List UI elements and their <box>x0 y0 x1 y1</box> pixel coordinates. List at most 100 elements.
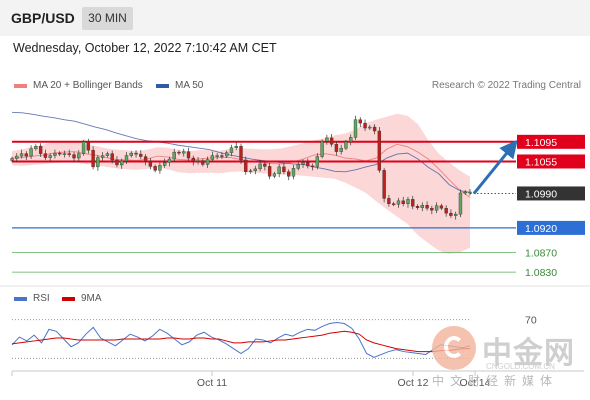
watermark: 中金网 CNGOLD.COM.CN 中文财经新媒体 <box>432 326 590 390</box>
candle-body <box>401 200 405 204</box>
candle-body <box>62 153 67 155</box>
candle-body <box>258 163 262 170</box>
candle-body <box>244 159 248 173</box>
level-label-1.0990: 1.0990 <box>525 188 557 200</box>
candle-body <box>287 171 291 177</box>
candle-body <box>468 191 472 194</box>
level-label-1.1095: 1.1095 <box>525 137 557 149</box>
cngold-logo-icon <box>432 326 476 370</box>
candle-body <box>420 205 424 208</box>
candle-body <box>368 126 372 129</box>
candle-body <box>439 205 444 209</box>
candle-body <box>100 155 105 158</box>
candle-body <box>196 160 200 162</box>
projection-arrow <box>472 139 518 195</box>
candle-body <box>406 199 410 204</box>
candle-body <box>325 137 329 142</box>
candle-body <box>329 137 334 145</box>
candle-body <box>10 158 14 161</box>
candle-body <box>344 141 348 149</box>
candle-body <box>396 200 401 205</box>
candle-body <box>186 151 191 159</box>
candle-body <box>301 162 305 165</box>
candle-body <box>349 137 353 143</box>
candle-body <box>282 166 286 173</box>
candle-body <box>58 152 62 155</box>
candle-body <box>334 144 339 152</box>
candle-body <box>248 170 253 173</box>
candle-body <box>306 162 310 167</box>
candle-body <box>444 208 448 214</box>
candle-body <box>24 153 28 157</box>
candle-body <box>15 155 19 159</box>
candle-body <box>267 166 272 177</box>
candle-body <box>38 146 43 154</box>
candle-body <box>77 153 81 159</box>
candle-body <box>81 141 86 154</box>
candle-body <box>96 157 100 168</box>
candle-body <box>153 166 157 171</box>
candle-body <box>377 130 382 171</box>
candle-body <box>205 159 210 165</box>
level-label-1.0920: 1.0920 <box>525 223 557 235</box>
candle-body <box>43 153 48 158</box>
candle-body <box>29 148 33 157</box>
bollinger-band <box>12 113 470 254</box>
candle-body <box>220 155 224 157</box>
candle-body <box>339 148 343 152</box>
candle-body <box>139 153 143 157</box>
candle-body <box>382 170 386 199</box>
candle-body <box>277 166 281 174</box>
candle-body <box>253 168 257 172</box>
candle-body <box>291 168 296 177</box>
x-tick-label: Oct 12 <box>398 377 429 389</box>
candle-body <box>48 155 52 158</box>
candle-body <box>167 158 172 163</box>
candle-body <box>363 122 367 129</box>
candle-body <box>263 163 267 167</box>
candle-body <box>143 156 148 162</box>
candle-body <box>53 152 57 156</box>
watermark-url: CNGOLD.COM.CN <box>486 362 555 371</box>
watermark-subtitle: 中文财经新媒体 <box>432 374 559 388</box>
candle-body <box>463 191 467 194</box>
candle-body <box>229 147 234 153</box>
candle-body <box>105 153 110 156</box>
candle-body <box>177 151 181 154</box>
candle-body <box>387 198 391 204</box>
candle-body <box>411 199 415 207</box>
candle-body <box>191 157 195 162</box>
candle-body <box>162 162 167 166</box>
candle-body <box>134 152 138 155</box>
candle-body <box>315 156 320 167</box>
candle-body <box>225 152 229 157</box>
candle-body <box>296 164 300 169</box>
candle-body <box>415 206 420 208</box>
candle-body <box>210 155 215 160</box>
candle-body <box>115 159 119 166</box>
candle-body <box>72 154 76 159</box>
candle-body <box>454 213 458 216</box>
candle-body <box>86 141 91 151</box>
candle-body <box>172 151 176 160</box>
candle-body <box>19 153 24 157</box>
level-label-1.1055: 1.1055 <box>525 156 557 168</box>
candle-body <box>129 152 133 156</box>
candle-body <box>358 119 362 124</box>
rsi-tick-label: 70 <box>525 315 537 327</box>
candle-body <box>353 119 358 138</box>
candle-body <box>272 173 277 177</box>
x-tick-label: Oct 11 <box>197 377 227 389</box>
candle-body <box>234 146 238 148</box>
candle-body <box>158 165 162 171</box>
candle-body <box>430 208 434 211</box>
candle-body <box>310 165 315 168</box>
level-label-1.0870: 1.0870 <box>525 247 557 259</box>
candle-body <box>449 212 453 216</box>
candle-body <box>67 153 71 155</box>
candle-body <box>148 161 153 167</box>
candle-body <box>391 203 396 205</box>
candle-body <box>320 141 324 157</box>
candle-body <box>425 205 429 209</box>
candle-body <box>110 153 114 161</box>
